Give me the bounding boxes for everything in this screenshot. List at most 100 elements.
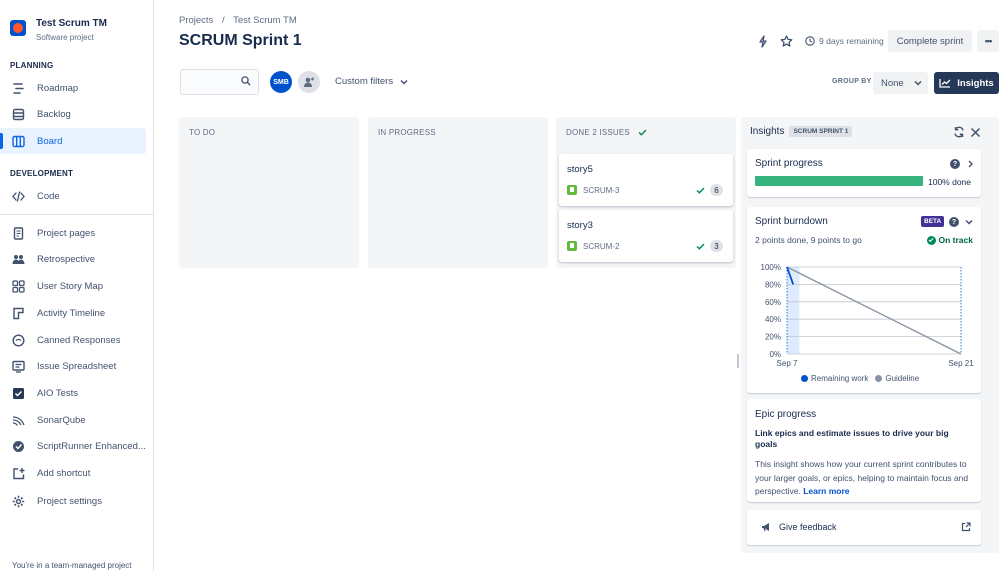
breadcrumb-separator: / <box>221 15 225 26</box>
column-title-text: DONE 2 ISSUES <box>566 128 630 137</box>
sidebar-divider <box>0 214 153 215</box>
sidebar-item-project-pages[interactable]: Project pages <box>0 220 146 246</box>
chevron-down-icon <box>914 80 922 86</box>
sidebar-item-backlog[interactable]: Backlog <box>0 101 146 127</box>
search-icon <box>241 76 251 86</box>
burndown-summary: 2 points done, 9 points to go <box>755 235 862 245</box>
story-map-icon <box>11 279 25 293</box>
legend-guideline-label: Guideline <box>885 374 920 383</box>
check-icon <box>638 129 647 136</box>
sidebar-item-activity-timeline[interactable]: Activity Timeline <box>0 300 146 326</box>
column-title: IN PROGRESS <box>378 128 436 137</box>
sidebar-item-label: Board <box>37 135 63 147</box>
sidebar-item-roadmap[interactable]: Roadmap <box>0 75 146 101</box>
column-title: TO DO <box>189 128 216 137</box>
issue-summary: story5 <box>567 164 593 175</box>
custom-filters-dropdown[interactable]: Custom filters <box>335 76 408 87</box>
days-remaining-text: 9 days remaining <box>819 36 884 46</box>
elapsed-area <box>787 267 800 354</box>
chevron-right-icon <box>968 160 973 168</box>
automation-bolt-icon[interactable] <box>756 34 770 48</box>
breadcrumb-project[interactable]: Test Scrum TM <box>233 15 297 26</box>
sidebar-item-add-shortcut[interactable]: Add shortcut <box>0 460 146 486</box>
epic-progress-title: Epic progress <box>755 409 817 420</box>
legend-remaining-dot <box>801 375 808 382</box>
issue-key-text[interactable]: SCRUM-3 <box>583 186 619 195</box>
external-link-icon <box>961 522 971 532</box>
sidebar-item-project-settings[interactable]: Project settings <box>0 488 146 514</box>
close-icon[interactable] <box>968 125 982 139</box>
refresh-icon[interactable] <box>952 125 966 139</box>
issue-summary: story3 <box>567 220 593 231</box>
settings-icon <box>11 494 25 508</box>
sidebar-item-label: Code <box>37 190 60 202</box>
sidebar-item-canned-responses[interactable]: Canned Responses <box>0 327 146 353</box>
sidebar-item-label: User Story Map <box>37 280 103 292</box>
burndown-legend: Remaining work Guideline <box>801 374 919 383</box>
breadcrumb-projects[interactable]: Projects <box>179 15 213 26</box>
sidebar: Test Scrum TM Software project PLANNING … <box>0 0 154 571</box>
issue-key-text[interactable]: SCRUM-2 <box>583 242 619 251</box>
sprint-burndown-card: Sprint burndown BETA ? 2 points done, 9 … <box>747 207 981 393</box>
insights-title: Insights <box>750 126 785 137</box>
sidebar-item-label: SonarQube <box>37 414 86 426</box>
sidebar-item-label: Issue Spreadsheet <box>37 360 117 372</box>
add-people-button[interactable] <box>298 71 320 93</box>
main-content: Projects / Test Scrum TM SCRUM Sprint 1 … <box>155 0 999 571</box>
sidebar-item-label: AIO Tests <box>37 387 79 399</box>
project-header[interactable]: Test Scrum TM Software project <box>10 16 107 42</box>
avatar-smb[interactable]: SMB <box>270 71 292 93</box>
help-icon[interactable]: ? <box>949 217 959 227</box>
sprint-progress-label: 100% done <box>928 177 972 187</box>
group-by-select[interactable]: None <box>873 72 928 94</box>
legend-guideline-dot <box>875 375 883 382</box>
complete-sprint-button[interactable]: Complete sprint <box>888 30 972 52</box>
planning-section-title: PLANNING <box>10 61 54 70</box>
sidebar-item-retrospective[interactable]: Retrospective <box>0 246 146 272</box>
retrospective-icon <box>11 252 25 266</box>
sprint-lozenge: SCRUM SPRINT 1 <box>789 126 853 137</box>
sidebar-item-issue-spreadsheet[interactable]: Issue Spreadsheet <box>0 353 146 379</box>
development-section-title: DEVELOPMENT <box>10 169 74 178</box>
y-tick-label: 80% <box>765 280 781 289</box>
y-tick-label: 100% <box>761 263 781 272</box>
sprint-burndown-title: Sprint burndown <box>755 216 828 227</box>
insights-button[interactable]: Insights <box>934 72 999 94</box>
sidebar-item-board[interactable]: Board <box>0 128 146 154</box>
resize-handle[interactable] <box>737 354 739 368</box>
sidebar-item-aio-tests[interactable]: AIO Tests <box>0 380 146 406</box>
sprint-progress-title: Sprint progress <box>755 158 823 169</box>
issue-card[interactable]: story3 SCRUM-2 3 <box>559 210 733 262</box>
breadcrumb: Projects / Test Scrum TM <box>179 15 303 26</box>
insights-panel: Insights SCRUM SPRINT 1 Sprint progress … <box>741 117 999 553</box>
learn-more-link[interactable]: Learn more <box>803 486 849 496</box>
search-box <box>180 69 259 95</box>
pages-icon <box>11 226 25 240</box>
sidebar-item-label: Canned Responses <box>37 334 121 346</box>
x-tick-label: Sep 21 <box>948 359 974 368</box>
sprint-progress-fill <box>755 176 923 186</box>
y-tick-label: 60% <box>765 298 781 307</box>
story-type-icon <box>567 241 577 251</box>
sidebar-item-user-story-map[interactable]: User Story Map <box>0 273 146 299</box>
sidebar-item-label: Retrospective <box>37 253 96 265</box>
sidebar-item-label: Add shortcut <box>37 467 91 479</box>
issue-card[interactable]: story5 SCRUM-3 6 <box>559 154 733 206</box>
column-title: DONE 2 ISSUES <box>566 128 647 137</box>
star-icon[interactable] <box>779 34 793 48</box>
guideline-series <box>786 266 962 355</box>
sidebar-item-code[interactable]: Code <box>0 183 146 209</box>
column-todo: TO DO <box>179 117 359 268</box>
chevron-down-icon <box>965 219 973 225</box>
roadmap-icon <box>11 81 25 95</box>
sidebar-item-sonarqube[interactable]: SonarQube <box>0 407 146 433</box>
megaphone-icon <box>762 523 769 532</box>
sidebar-item-label: Activity Timeline <box>37 307 106 319</box>
more-actions-button[interactable]: ••• <box>977 30 999 52</box>
board-icon <box>11 134 25 148</box>
give-feedback-button[interactable]: Give feedback <box>747 510 981 545</box>
help-icon[interactable]: ? <box>950 159 960 169</box>
issue-key: SCRUM-3 <box>567 185 619 195</box>
sidebar-item-scriptrunner[interactable]: ScriptRunner Enhanced... <box>0 433 146 459</box>
search-input[interactable] <box>181 70 241 92</box>
